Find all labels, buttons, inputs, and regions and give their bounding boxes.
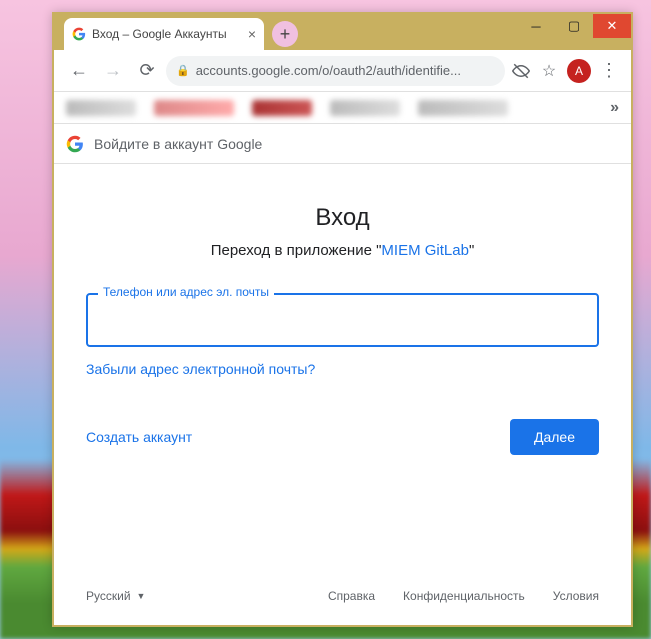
- app-name-link[interactable]: MIEM GitLab: [381, 242, 469, 259]
- identifier-input[interactable]: [86, 293, 599, 347]
- help-link[interactable]: Справка: [328, 589, 375, 603]
- privacy-link[interactable]: Конфиденциальность: [403, 589, 525, 603]
- forgot-email-link[interactable]: Забыли адрес электронной почты?: [86, 361, 315, 377]
- maximize-button[interactable]: ▢: [555, 14, 593, 38]
- browser-menu-button[interactable]: ⋮: [597, 60, 621, 81]
- bookmark-item[interactable]: [66, 100, 136, 116]
- signin-footer: Русский ▼ Справка Конфиденциальность Усл…: [54, 571, 631, 625]
- caret-down-icon: ▼: [137, 591, 146, 601]
- bookmark-item[interactable]: [154, 100, 234, 116]
- lock-icon: 🔒: [176, 64, 190, 77]
- new-tab-button[interactable]: +: [272, 21, 298, 47]
- signin-form: Вход Переход в приложение "MIEM GitLab" …: [54, 164, 631, 571]
- create-account-link[interactable]: Создать аккаунт: [86, 429, 192, 445]
- identifier-field-wrap: Телефон или адрес эл. почты: [86, 293, 599, 347]
- tab-close-icon[interactable]: ×: [248, 26, 256, 42]
- language-label: Русский: [86, 589, 131, 603]
- minimize-button[interactable]: ─: [517, 14, 555, 38]
- google-logo-icon: [66, 135, 84, 153]
- signin-header-text: Войдите в аккаунт Google: [94, 136, 262, 152]
- back-button[interactable]: ←: [64, 56, 94, 86]
- identifier-label: Телефон или адрес эл. почты: [98, 285, 274, 299]
- close-button[interactable]: ✕: [593, 14, 631, 38]
- tab-title: Вход – Google Аккаунты: [92, 27, 242, 41]
- bookmark-item[interactable]: [330, 100, 400, 116]
- terms-link[interactable]: Условия: [553, 589, 599, 603]
- page-title: Вход: [315, 204, 369, 232]
- profile-avatar[interactable]: A: [567, 59, 591, 83]
- eye-off-icon[interactable]: [509, 59, 533, 83]
- google-favicon-icon: [72, 27, 86, 41]
- browser-tab[interactable]: Вход – Google Аккаунты ×: [64, 18, 264, 50]
- address-bar-row: ← → ⟳ 🔒 accounts.google.com/o/oauth2/aut…: [54, 50, 631, 92]
- bookmarks-overflow-button[interactable]: »: [610, 99, 619, 117]
- signin-header: Войдите в аккаунт Google: [54, 124, 631, 164]
- forward-button[interactable]: →: [98, 56, 128, 86]
- bookmark-item[interactable]: [418, 100, 508, 116]
- bookmark-item[interactable]: [252, 100, 312, 116]
- next-button[interactable]: Далее: [510, 419, 599, 455]
- address-bar[interactable]: 🔒 accounts.google.com/o/oauth2/auth/iden…: [166, 56, 505, 86]
- page-subtitle: Переход в приложение "MIEM GitLab": [211, 242, 475, 259]
- footer-links: Справка Конфиденциальность Условия: [328, 589, 599, 603]
- page-url: accounts.google.com/o/oauth2/auth/identi…: [196, 63, 495, 78]
- window-controls: ─ ▢ ✕: [517, 14, 631, 38]
- bookmarks-bar: »: [54, 92, 631, 124]
- language-select[interactable]: Русский ▼: [86, 589, 145, 603]
- star-icon[interactable]: ☆: [537, 59, 561, 83]
- reload-button[interactable]: ⟳: [132, 56, 162, 86]
- action-row: Создать аккаунт Далее: [86, 419, 599, 455]
- browser-window: ─ ▢ ✕ Вход – Google Аккаунты × + ← → ⟳ 🔒…: [52, 12, 633, 627]
